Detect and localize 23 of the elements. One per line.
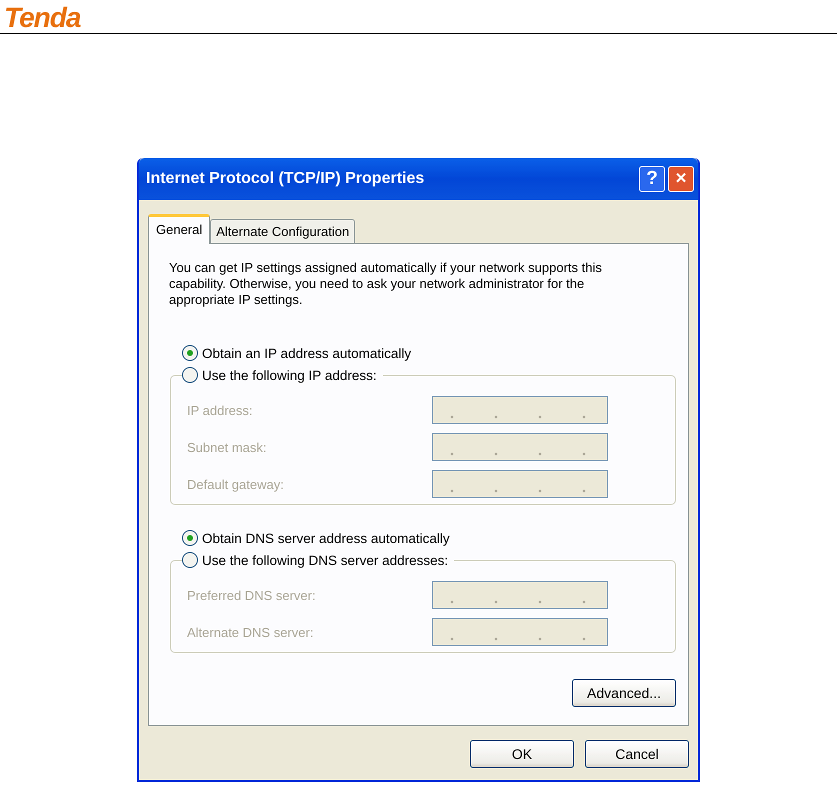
radio-label: Obtain DNS server address automatically	[202, 530, 450, 546]
radio-label: Obtain an IP address automatically	[202, 346, 412, 360]
radio-button[interactable]	[182, 552, 198, 568]
dialog-button[interactable]: Cancel	[585, 740, 689, 768]
tab[interactable]: Alternate Configuration	[210, 219, 356, 244]
radio-label: Use the following DNS server addresses:	[202, 552, 448, 568]
tab[interactable]: General	[148, 214, 210, 244]
field-label: IP address:	[187, 402, 254, 418]
field-label: Subnet mask:	[187, 440, 268, 454]
radio-button[interactable]	[182, 345, 198, 361]
description-text: You can get IP settings assigned automatically if your network supports this capability. Otherwise, you need to ask your network administrator for the appropriate IP settings.	[169, 260, 603, 308]
window-title: Internet Protocol (TCP/IP) Properties	[146, 170, 426, 188]
help-button[interactable]: ?	[639, 166, 665, 192]
dialog-button[interactable]: OK	[470, 740, 574, 768]
field-label: Alternate DNS server:	[187, 624, 314, 640]
field-label: Default gateway:	[187, 476, 285, 492]
radio-label: Use the following IP address:	[202, 368, 377, 382]
close-button[interactable]: ×	[668, 166, 694, 192]
field-label: Preferred DNS server:	[187, 588, 317, 602]
radio-button[interactable]	[182, 530, 198, 546]
radio-button[interactable]	[182, 367, 198, 383]
advanced-button[interactable]: Advanced...	[572, 679, 676, 707]
logo: Tenda	[4, 3, 80, 33]
